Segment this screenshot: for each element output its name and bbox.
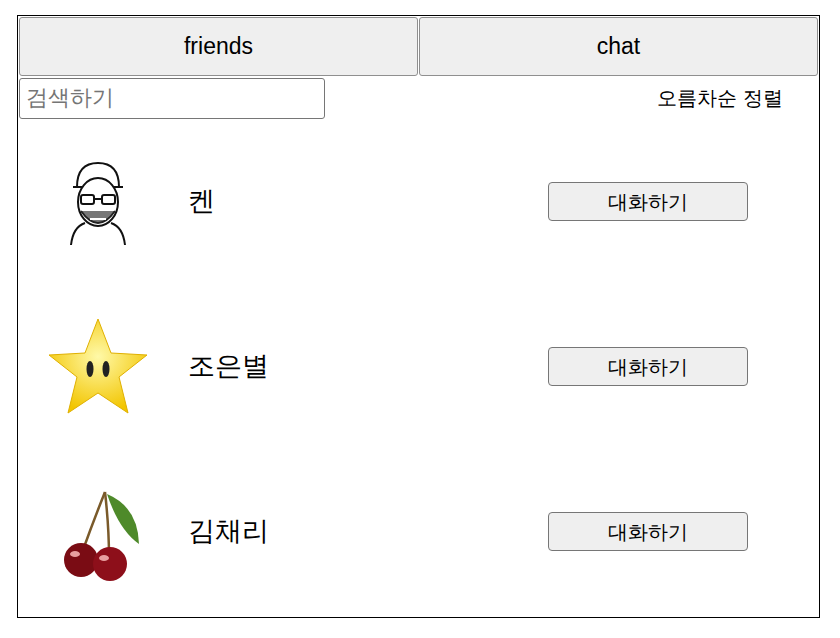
friend-name: 김채리 [188, 511, 548, 552]
search-input[interactable] [19, 78, 325, 119]
friend-row: 조은별대화하기 [18, 284, 819, 449]
chat-button[interactable]: 대화하기 [548, 512, 748, 551]
chat-button[interactable]: 대화하기 [548, 182, 748, 221]
face-icon [48, 152, 148, 252]
cherry-icon [48, 482, 148, 582]
toolbar: 오름차순 정렬 [18, 77, 819, 119]
app-frame: friendschat 오름차순 정렬 켄대화하기조은별대화하기김채리대화하기 [17, 15, 820, 618]
friend-name: 조은별 [188, 346, 548, 387]
chat-button[interactable]: 대화하기 [548, 347, 748, 386]
star-icon [48, 317, 148, 417]
tab[interactable]: chat [419, 17, 818, 76]
friend-name: 켄 [188, 181, 548, 222]
friend-row: 켄대화하기 [18, 119, 819, 284]
friend-list: 켄대화하기조은별대화하기김채리대화하기 [18, 119, 819, 614]
tab[interactable]: friends [19, 17, 418, 76]
tab-bar: friendschat [18, 16, 819, 77]
friend-row: 김채리대화하기 [18, 449, 819, 614]
sort-toggle[interactable]: 오름차순 정렬 [657, 83, 783, 113]
